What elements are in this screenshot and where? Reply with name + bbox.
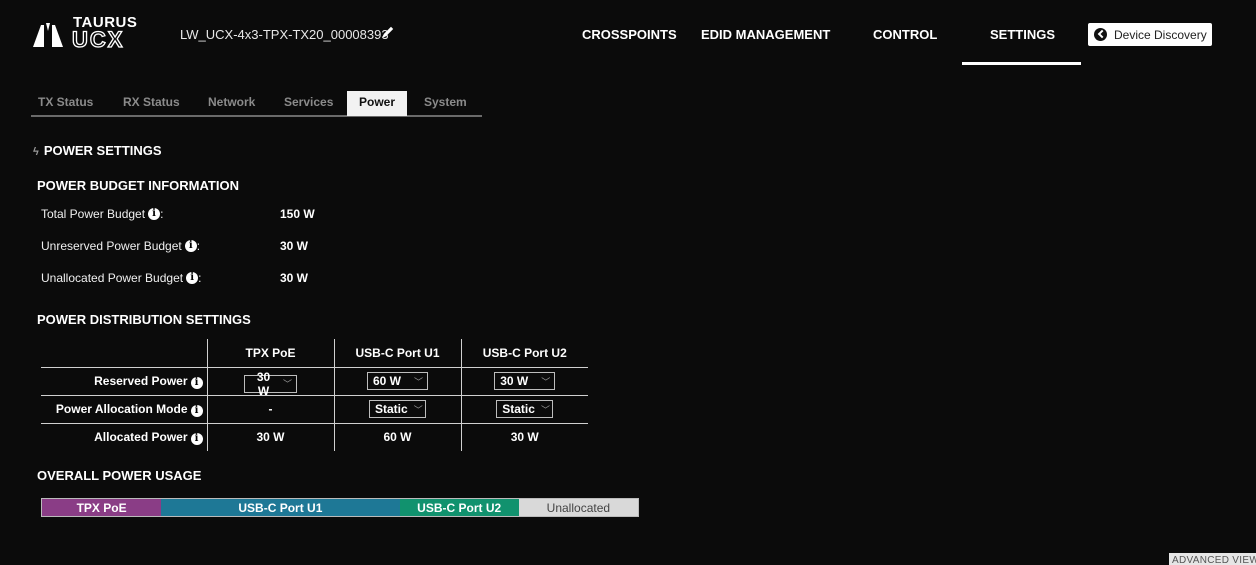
power-distribution-table: TPX PoE USB-C Port U1 USB-C Port U2 Rese… — [41, 339, 588, 451]
lightning-bolt-icon: ϟ — [33, 146, 39, 158]
table-row: Allocated Power i 30 W 60 W 30 W — [41, 423, 588, 451]
nav-control[interactable]: CONTROL — [873, 27, 937, 42]
info-icon[interactable]: i — [190, 376, 203, 389]
usage-segment-tpx-poe: TPX PoE — [42, 499, 162, 516]
select-value: 30 W — [500, 374, 529, 388]
total-budget-value: 150 W — [280, 207, 315, 221]
advanced-view-button[interactable]: ADVANCED VIEW — [1169, 553, 1256, 565]
logo-ucx-text: UCX — [71, 26, 125, 52]
table-cell: Static ﹀ — [461, 395, 588, 424]
nav-settings[interactable]: SETTINGS — [990, 27, 1055, 42]
device-name-label: LW_UCX-4x3-TPX-TX20_00008393 — [180, 27, 389, 42]
budget-section-title: POWER BUDGET INFORMATION — [37, 178, 239, 193]
page-title: ϟ POWER SETTINGS — [33, 143, 162, 158]
active-nav-indicator — [962, 62, 1081, 65]
unallocated-budget-label: Unallocated Power Budget i : — [41, 271, 201, 285]
taurus-ucx-logo[interactable]: TAURUS UCX — [31, 14, 146, 54]
chevron-down-icon: ﹀ — [413, 376, 423, 387]
unreserved-budget-label-text: Unreserved Power Budget — [41, 239, 182, 253]
page-title-text: POWER SETTINGS — [43, 143, 162, 158]
chevron-down-icon: ﹀ — [540, 404, 550, 415]
tab-services[interactable]: Services — [284, 95, 333, 109]
lightware-logo-icon — [31, 17, 65, 51]
table-cell: 30 W ﹀ — [461, 367, 588, 396]
chevron-down-icon: ﹀ — [541, 376, 551, 387]
row-label-text: Reserved Power — [94, 373, 188, 388]
tab-system[interactable]: System — [424, 95, 467, 109]
distribution-section-title: POWER DISTRIBUTION SETTINGS — [37, 312, 251, 327]
select-value: 30 W — [256, 369, 271, 398]
unallocated-budget-value: 30 W — [280, 271, 309, 285]
u2-allocation-mode-select[interactable]: Static ﹀ — [496, 400, 554, 418]
total-budget-label-text: Total Power Budget — [41, 207, 146, 221]
chevron-down-icon: ﹀ — [282, 379, 292, 389]
info-icon[interactable]: i — [148, 208, 161, 220]
row-label-text: Power Allocation Mode — [55, 401, 188, 416]
info-icon[interactable]: i — [186, 272, 199, 284]
power-usage-bar: TPX PoE USB-C Port U1 USB-C Port U2 Unalloc… — [41, 498, 639, 517]
device-discovery-button[interactable]: Device Discovery — [1088, 23, 1212, 46]
allocation-mode-row-label: Power Allocation Mode i — [41, 395, 208, 424]
tpx-reserved-power-select[interactable]: 30 W ﹀ — [244, 370, 297, 398]
unreserved-budget-value: 30 W — [280, 239, 309, 253]
usage-section-title: OVERALL POWER USAGE — [37, 468, 202, 483]
tab-tx-status[interactable]: TX Status — [38, 95, 93, 109]
allocated-power-row-label: Allocated Power i — [41, 423, 208, 451]
table-header-row: TPX PoE USB-C Port U1 USB-C Port U2 — [41, 339, 588, 368]
select-value: Static — [375, 402, 408, 416]
select-value: 60 W — [373, 374, 402, 388]
label-colon: : — [198, 271, 202, 285]
unreserved-budget-label: Unreserved Power Budget i : — [41, 239, 200, 253]
table-cell: 30 W — [207, 423, 335, 451]
u1-allocation-mode-select[interactable]: Static ﹀ — [369, 400, 426, 418]
table-cell: 60 W ﹀ — [334, 367, 462, 396]
select-value: Static — [502, 402, 535, 416]
usage-segment-unallocated: Unallocated — [518, 499, 638, 516]
settings-subtabs: TX Status RX Status Network Services Pow… — [31, 91, 482, 117]
nav-crosspoints[interactable]: CROSSPOINTS — [582, 27, 677, 42]
nav-edid-management[interactable]: EDID MANAGEMENT — [701, 27, 830, 42]
row-label-text: Allocated Power — [94, 429, 188, 444]
top-header: TAURUS UCX LW_UCX-4x3-TPX-TX20_00008393 … — [0, 0, 1256, 72]
tab-rx-status[interactable]: RX Status — [123, 95, 180, 109]
info-icon[interactable]: i — [190, 404, 203, 417]
table-cell: 30 W ﹀ — [207, 367, 335, 398]
u1-reserved-power-select[interactable]: 60 W ﹀ — [367, 372, 428, 390]
tab-power[interactable]: Power — [347, 91, 408, 116]
table-row: Power Allocation Mode i - Static ﹀ Static ﹀ — [41, 395, 588, 424]
reserved-power-row-label: Reserved Power i — [41, 367, 208, 396]
usage-segment-usb-c-port-u1: USB-C Port U1 — [161, 499, 400, 516]
table-row: Reserved Power i 30 W ﹀ 60 W ﹀ 30 W ﹀ — [41, 367, 588, 398]
table-cell: Static ﹀ — [334, 395, 462, 424]
table-cell: 30 W — [510, 430, 539, 445]
edit-pencil-icon[interactable] — [381, 25, 395, 39]
tab-network[interactable]: Network — [208, 95, 255, 109]
column-header: USB-C Port U1 — [334, 339, 462, 368]
chevron-down-icon: ﹀ — [413, 404, 423, 415]
back-circle-icon — [1094, 28, 1107, 41]
info-icon[interactable]: i — [190, 432, 203, 445]
unallocated-budget-label-text: Unallocated Power Budget — [41, 271, 184, 285]
table-cell: 60 W — [334, 423, 462, 451]
table-cell: - — [207, 395, 335, 424]
label-colon: : — [196, 239, 201, 253]
u2-reserved-power-select[interactable]: 30 W ﹀ — [494, 372, 556, 390]
total-budget-label: Total Power Budget i : — [41, 207, 163, 221]
column-header: USB-C Port U2 — [461, 339, 588, 368]
info-icon[interactable]: i — [184, 240, 197, 252]
table-corner-cell — [41, 339, 208, 368]
usage-segment-usb-c-port-u2: USB-C Port U2 — [399, 499, 519, 516]
column-header: TPX PoE — [207, 339, 335, 368]
device-discovery-label: Device Discovery — [1114, 27, 1207, 42]
label-colon: : — [160, 207, 164, 221]
